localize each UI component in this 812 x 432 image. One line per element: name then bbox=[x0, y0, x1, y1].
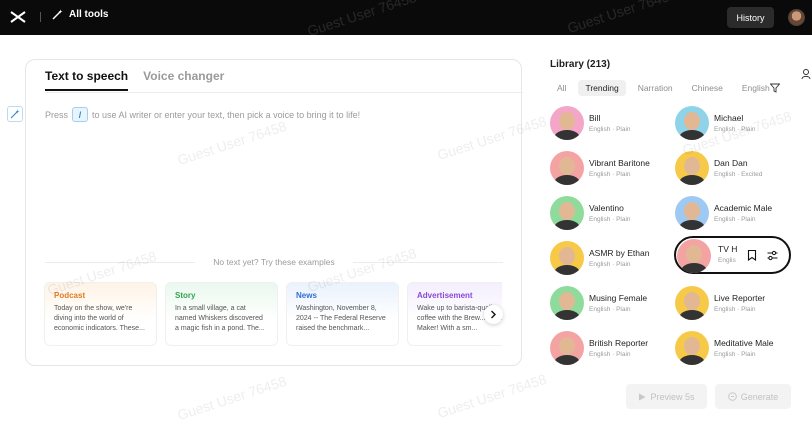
generate-button[interactable]: Generate bbox=[715, 384, 791, 409]
example-card-podcast[interactable]: Podcast Today on the show, we're diving … bbox=[44, 282, 157, 346]
generate-label: Generate bbox=[740, 391, 779, 402]
voice-name: Michael bbox=[714, 113, 744, 123]
voice-item[interactable]: British Reporter English · Plain bbox=[550, 330, 670, 366]
voice-item[interactable]: Dan Dan English · Excited bbox=[675, 150, 795, 186]
voice-name: Meditative Male bbox=[714, 338, 774, 348]
voice-item[interactable]: Musing Female English · Plain bbox=[550, 285, 670, 321]
voice-avatar bbox=[550, 241, 584, 275]
filter-icon[interactable] bbox=[770, 83, 780, 93]
editor-tabs: Text to speech Voice changer bbox=[45, 69, 224, 91]
voice-meta: English · Excited bbox=[714, 171, 763, 178]
adjust-settings-icon[interactable] bbox=[767, 250, 778, 261]
voice-item-hovered[interactable]: TV H Englis bbox=[674, 236, 791, 274]
all-tools-label: All tools bbox=[69, 9, 109, 20]
example-text: In a small village, a cat named Whiskers… bbox=[175, 305, 265, 332]
voice-avatar bbox=[550, 151, 584, 185]
voice-avatar bbox=[675, 196, 709, 230]
play-icon bbox=[639, 393, 646, 400]
example-title: Advertisement bbox=[417, 291, 473, 300]
voice-name: Musing Female bbox=[589, 293, 648, 303]
voice-item[interactable]: Michael English · Plain bbox=[675, 105, 795, 141]
example-text: Washington, November 8, 2024 -- The Fede… bbox=[296, 305, 386, 332]
avatar[interactable] bbox=[788, 9, 805, 26]
capcut-logo-icon[interactable] bbox=[10, 10, 26, 24]
voice-avatar bbox=[550, 331, 584, 365]
voice-name: British Reporter bbox=[589, 338, 649, 348]
voice-avatar bbox=[677, 239, 711, 273]
voice-name: ASMR by Ethan bbox=[589, 248, 650, 258]
magic-wand-icon bbox=[52, 9, 63, 20]
voice-name: Valentino bbox=[589, 203, 624, 213]
example-cards: Podcast Today on the show, we're diving … bbox=[44, 282, 502, 346]
slash-key-badge: / bbox=[72, 107, 89, 122]
voice-item[interactable]: Valentino English · Plain bbox=[550, 195, 670, 231]
filter-all[interactable]: All bbox=[550, 80, 573, 96]
voice-item[interactable]: Vibrant Baritone English · Plain bbox=[550, 150, 670, 186]
voice-name: Live Reporter bbox=[714, 293, 766, 303]
voice-meta: English · Plain bbox=[589, 306, 631, 313]
voice-meta: Englis bbox=[718, 257, 736, 264]
filter-trending[interactable]: Trending bbox=[578, 80, 626, 96]
voice-meta: English · Plain bbox=[589, 126, 631, 133]
voice-item[interactable]: Live Reporter English · Plain bbox=[675, 285, 795, 321]
generate-icon bbox=[727, 392, 737, 401]
example-title: Story bbox=[175, 291, 196, 300]
voice-meta: English · Plain bbox=[714, 126, 756, 133]
voice-meta: English · Plain bbox=[714, 351, 756, 358]
voice-meta: English · Plain bbox=[589, 261, 631, 268]
hint-prefix: Press bbox=[45, 109, 69, 120]
all-tools-button[interactable]: All tools bbox=[52, 9, 108, 20]
divider bbox=[40, 12, 41, 22]
voice-avatar bbox=[675, 286, 709, 320]
next-examples-button[interactable] bbox=[484, 305, 503, 324]
voice-avatar bbox=[675, 151, 709, 185]
voice-avatar bbox=[675, 331, 709, 365]
examples-heading-text: No text yet? Try these examples bbox=[213, 257, 335, 267]
preview-label: Preview 5s bbox=[650, 391, 695, 402]
voice-meta: English · Plain bbox=[714, 306, 756, 313]
example-text: Today on the show, we're diving into the… bbox=[54, 305, 145, 332]
voice-name: Dan Dan bbox=[714, 158, 748, 168]
example-card-story[interactable]: Story In a small village, a cat named Wh… bbox=[165, 282, 278, 346]
bookmark-icon[interactable] bbox=[747, 250, 757, 261]
preview-button[interactable]: Preview 5s bbox=[626, 384, 707, 409]
tab-text-to-speech[interactable]: Text to speech bbox=[45, 69, 129, 91]
voice-name: Academic Male bbox=[714, 203, 773, 213]
voice-avatar bbox=[675, 106, 709, 140]
watermark: Guest User 76458 bbox=[175, 372, 289, 424]
library-filters: All Trending Narration Chinese English bbox=[550, 79, 792, 97]
voice-name: TV H bbox=[718, 244, 738, 254]
text-input-placeholder[interactable]: Press / to use AI writer or enter your t… bbox=[45, 107, 360, 122]
voice-item[interactable]: Meditative Male English · Plain bbox=[675, 330, 795, 366]
voice-clone-icon[interactable] bbox=[801, 68, 812, 80]
voice-item[interactable]: Academic Male English · Plain bbox=[675, 195, 795, 231]
voice-name: Vibrant Baritone bbox=[589, 158, 650, 168]
voice-item[interactable]: ASMR by Ethan English · Plain bbox=[550, 240, 670, 276]
hint-suffix: to use AI writer or enter your text, the… bbox=[92, 109, 361, 120]
chevron-right-icon bbox=[491, 310, 496, 319]
filter-chinese[interactable]: Chinese bbox=[685, 80, 730, 96]
voice-meta: English · Plain bbox=[589, 171, 631, 178]
example-title: Podcast bbox=[54, 291, 86, 300]
top-bar: All tools History bbox=[0, 0, 812, 35]
voice-meta: English · Plain bbox=[589, 216, 631, 223]
example-title: News bbox=[296, 291, 317, 300]
voice-avatar bbox=[550, 196, 584, 230]
tab-voice-changer[interactable]: Voice changer bbox=[143, 69, 224, 91]
filter-narration[interactable]: Narration bbox=[631, 80, 680, 96]
library-title: Library (213) bbox=[550, 59, 611, 70]
examples-heading: No text yet? Try these examples bbox=[45, 257, 503, 267]
voice-meta: English · Plain bbox=[589, 351, 631, 358]
voice-avatar bbox=[550, 286, 584, 320]
text-editor-panel: Text to speech Voice changer Press / to … bbox=[25, 59, 523, 366]
voice-meta: English · Plain bbox=[714, 216, 756, 223]
voice-avatar bbox=[550, 106, 584, 140]
voice-item[interactable]: Bill English · Plain bbox=[550, 105, 670, 141]
history-button[interactable]: History bbox=[727, 7, 774, 28]
voice-name: Bill bbox=[589, 113, 601, 123]
tab-divider bbox=[45, 92, 523, 93]
example-card-news[interactable]: News Washington, November 8, 2024 -- The… bbox=[286, 282, 399, 346]
ai-writer-side-icon[interactable] bbox=[7, 106, 23, 122]
watermark: Guest User 76458 bbox=[435, 370, 549, 422]
